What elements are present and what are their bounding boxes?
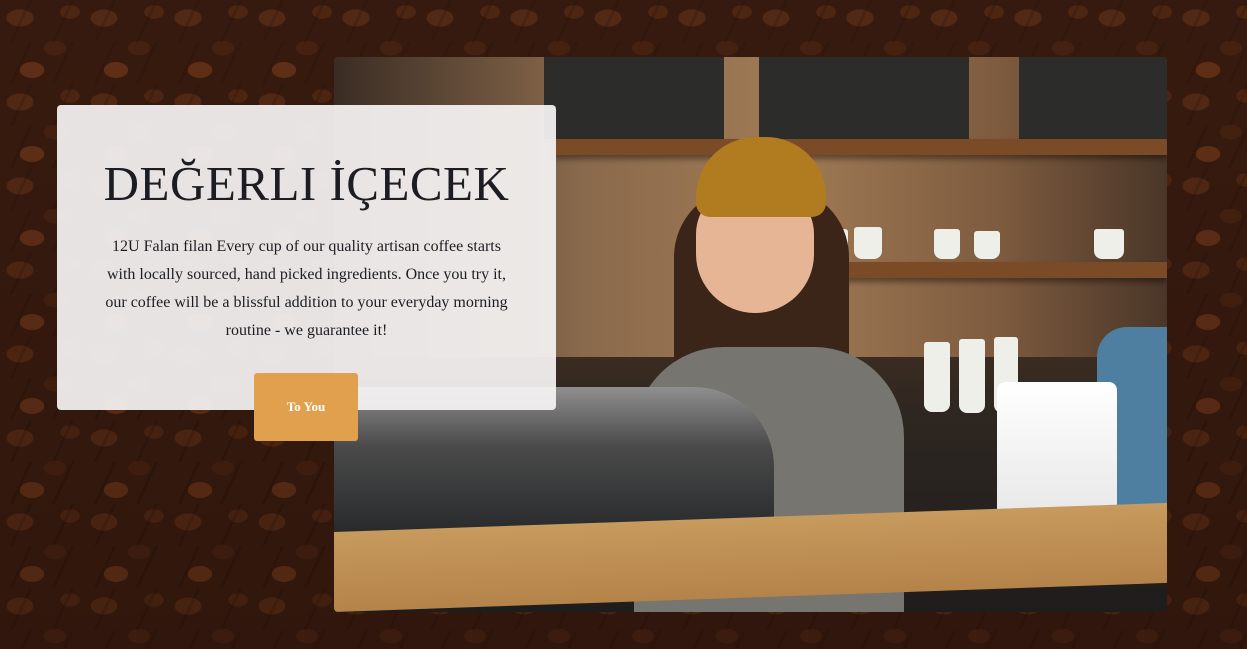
hero-title: DEĞERLI İÇECEK: [103, 156, 510, 211]
hero-description: 12U Falan filan Every cup of our quality…: [105, 238, 508, 339]
to-you-button[interactable]: To You: [254, 373, 358, 441]
menu-board: [544, 57, 724, 143]
cup: [934, 229, 960, 259]
menu-board: [1019, 57, 1167, 143]
cup-stack: [924, 342, 950, 412]
hero-card: DEĞERLI İÇECEK 12U Falan filan Every cup…: [57, 105, 556, 410]
menu-board: [759, 57, 969, 143]
barista-beanie: [696, 137, 826, 217]
cup: [974, 231, 1000, 259]
cup-stack: [959, 339, 985, 413]
cup: [1094, 229, 1124, 259]
